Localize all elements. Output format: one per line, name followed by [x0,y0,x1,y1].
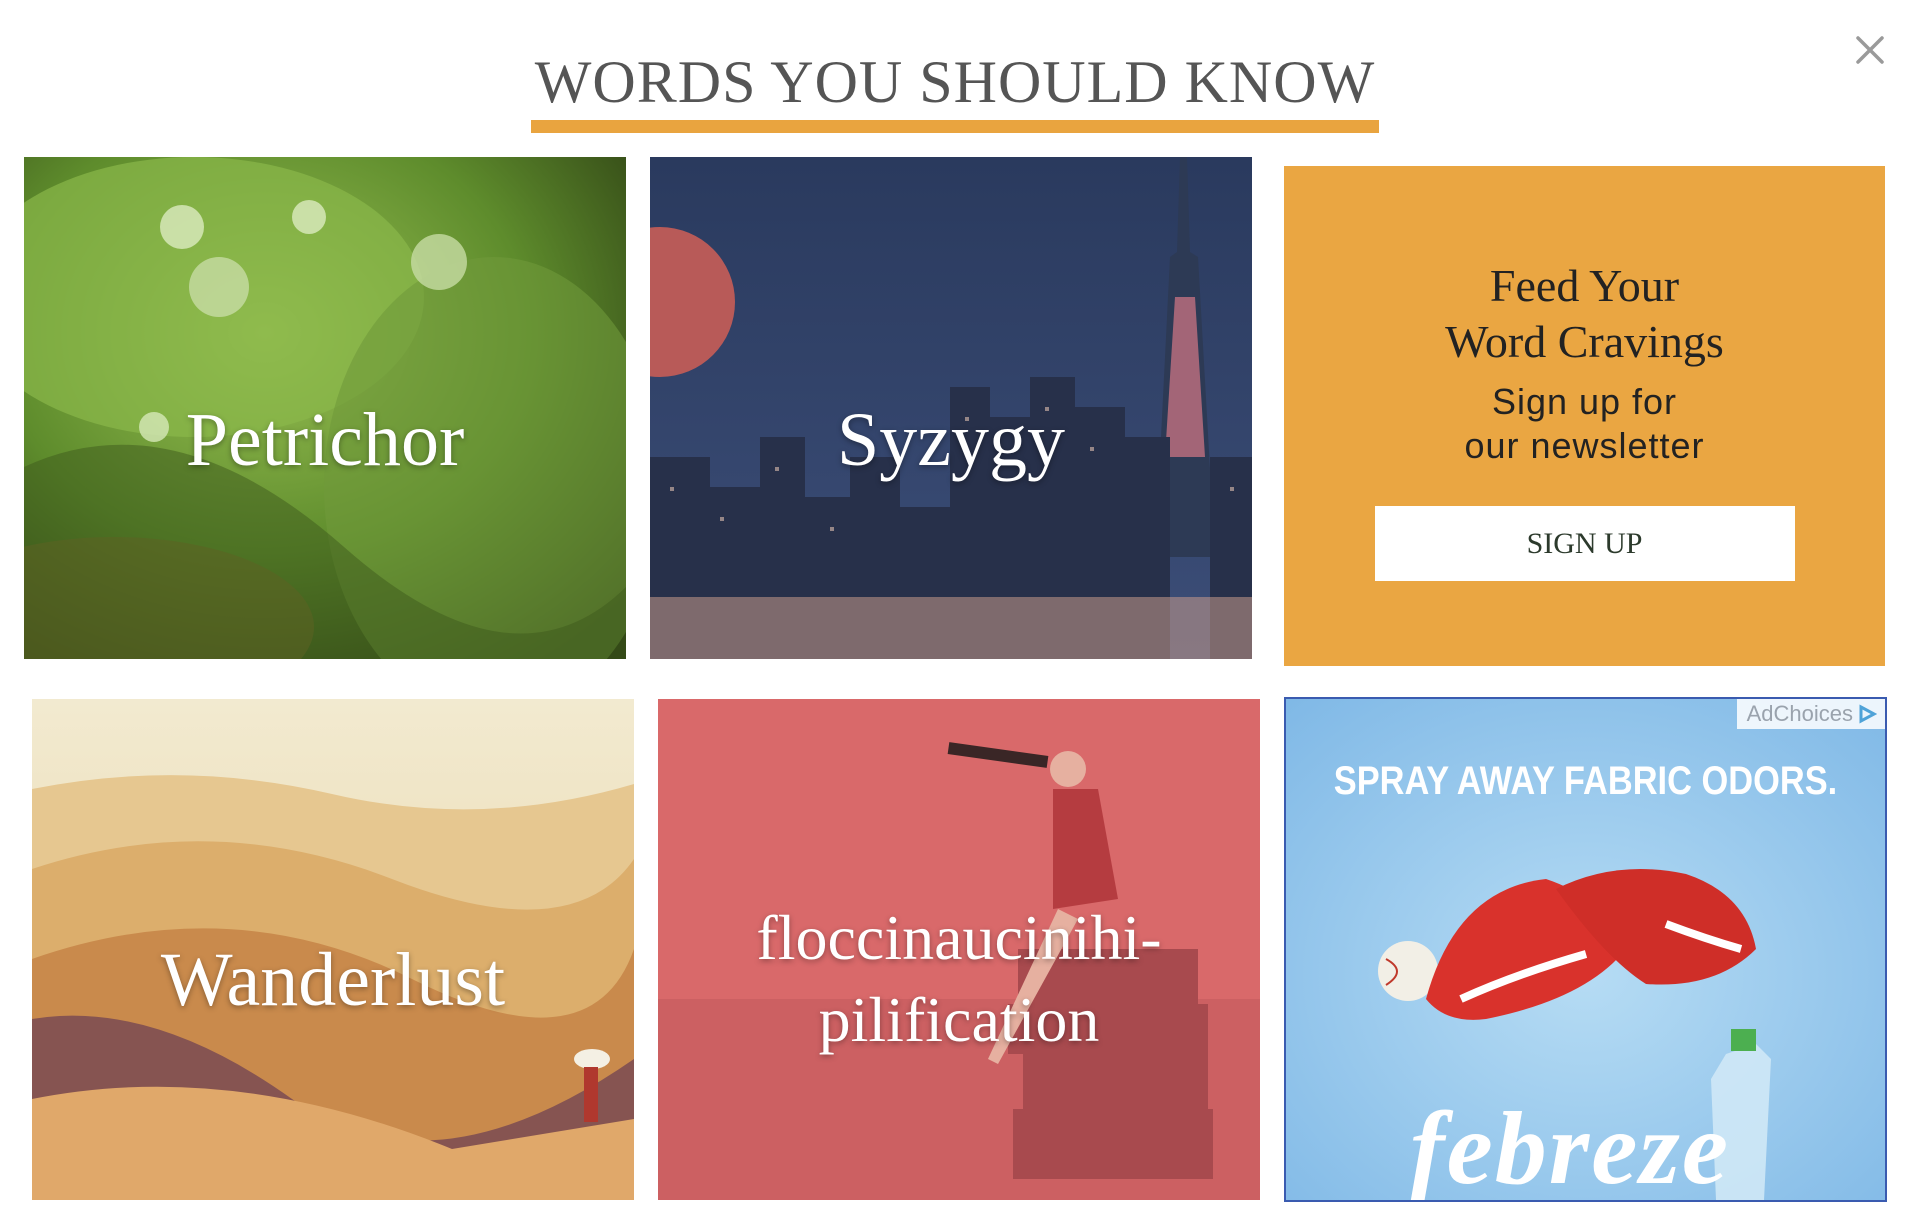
word-tile-syzygy[interactable]: Syzygy [650,157,1252,659]
word-line1: floccinaucinihi- [756,902,1162,973]
word-tile-wanderlust[interactable]: Wanderlust [32,699,634,1200]
page-title: WORDS YOU SHOULD KNOW [530,52,1380,133]
promo-sub-line2: our newsletter [1464,425,1705,466]
newsletter-promo: Feed Your Word Cravings Sign up for our … [1284,166,1885,666]
adchoices-label: AdChoices [1746,701,1853,726]
promo-heading-line1: Feed Your [1489,260,1680,311]
word-tile-petrichor[interactable]: Petrichor [24,157,626,659]
header: WORDS YOU SHOULD KNOW [0,52,1910,133]
word-wanderlust: Wanderlust [160,938,506,1022]
word-petrichor: Petrichor [185,398,465,482]
sign-up-button[interactable]: SIGN UP [1374,506,1795,581]
febreze-logo: febreze [1410,1091,1731,1202]
adchoices-icon [1859,704,1877,724]
word-line2: pilification [818,984,1100,1055]
adchoices-badge[interactable]: AdChoices [1736,699,1885,729]
word-tile-floccinaucinihilipilification[interactable]: floccinaucinihi- pilification [658,699,1260,1200]
promo-sub-line1: Sign up for [1491,381,1678,422]
word-floccinaucinihilipilification: floccinaucinihi- pilification [658,897,1260,1061]
ad-headline: SPRAY AWAY FABRIC ODORS. [1333,759,1838,803]
promo-heading-line2: Word Cravings [1445,316,1724,367]
word-syzygy: Syzygy [837,398,1065,482]
promo-heading: Feed Your Word Cravings [1284,258,1885,370]
promo-subheading: Sign up for our newsletter [1284,380,1885,468]
advertisement[interactable]: AdChoices SPRAY AWAY FABRIC ODORS. febre… [1284,697,1887,1202]
